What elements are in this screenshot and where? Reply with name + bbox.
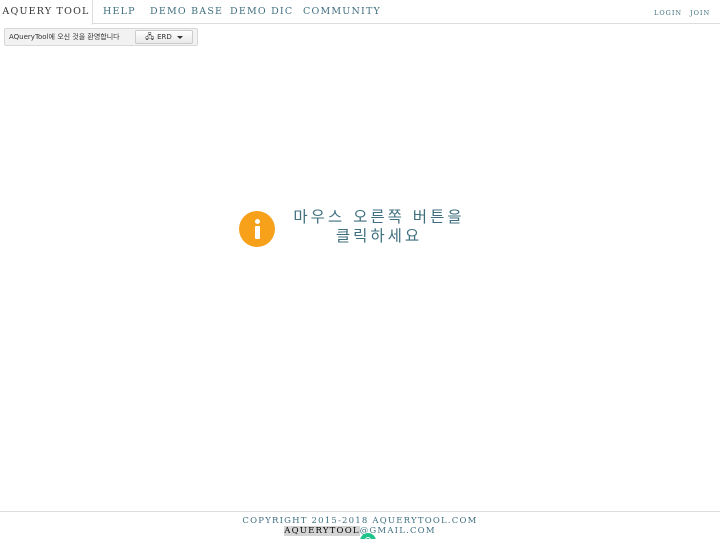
join-link[interactable]: JOIN xyxy=(690,0,710,24)
right-click-message: 마우스 오른쪽 버튼을 클릭하세요 xyxy=(284,208,474,246)
info-icon xyxy=(239,211,275,247)
caret-down-icon xyxy=(176,35,183,39)
welcome-text: AQueryTool에 오신 것을 환영합니다 xyxy=(9,33,120,41)
sitemap-icon: 🖧 xyxy=(145,32,155,41)
footer: COPYRIGHT 2015-2018 AQUERYTOOL.COM AQUER… xyxy=(0,511,720,539)
copyright-text: COPYRIGHT 2015-2018 AQUERYTOOL.COM xyxy=(242,516,478,526)
tab-demo-base[interactable]: DEMO BASE xyxy=(150,0,223,24)
email-user: AQUERYTOOL xyxy=(284,526,360,536)
top-nav: AQUERY TOOL HELP DEMO BASE DEMO DIC COMM… xyxy=(0,0,720,25)
tab-demo-dic[interactable]: DEMO DIC xyxy=(230,0,293,24)
tab-community[interactable]: COMMUNITY xyxy=(303,0,381,24)
login-link[interactable]: LOGIN xyxy=(654,0,682,24)
tab-aquery-tool[interactable]: AQUERY TOOL xyxy=(0,0,93,25)
message-line-2: 클릭하세요 xyxy=(335,227,423,245)
tab-help[interactable]: HELP xyxy=(103,0,136,24)
toolbar: AQueryTool에 오신 것을 환영합니다 🖧 ERD xyxy=(4,28,198,46)
erd-button-label: ERD xyxy=(157,33,172,41)
message-line-1: 마우스 오른쪽 버튼을 xyxy=(293,208,465,226)
erd-dropdown-button[interactable]: 🖧 ERD xyxy=(135,30,193,44)
contact-email[interactable]: AQUERYTOOL@GMAIL.COM xyxy=(0,526,720,536)
